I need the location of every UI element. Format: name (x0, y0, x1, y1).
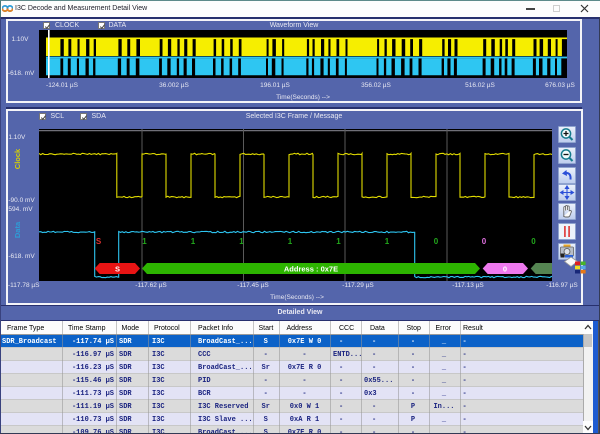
svg-text:Data: Data (13, 221, 22, 238)
svg-text:S: S (96, 237, 102, 246)
svg-text:1: 1 (142, 237, 147, 246)
svg-text:0: 0 (434, 237, 439, 246)
svg-text:1: 1 (191, 237, 196, 246)
svg-text:S: S (115, 265, 120, 274)
svg-text:1: 1 (385, 237, 390, 246)
svg-text:Clock: Clock (13, 148, 22, 169)
svg-text:Address : 0x7E: Address : 0x7E (284, 265, 338, 274)
svg-text:0: 0 (531, 237, 536, 246)
svg-text:0: 0 (503, 265, 507, 274)
svg-text:0: 0 (482, 237, 487, 246)
svg-text:1: 1 (288, 237, 293, 246)
svg-text:1: 1 (336, 237, 341, 246)
svg-text:1: 1 (239, 237, 244, 246)
